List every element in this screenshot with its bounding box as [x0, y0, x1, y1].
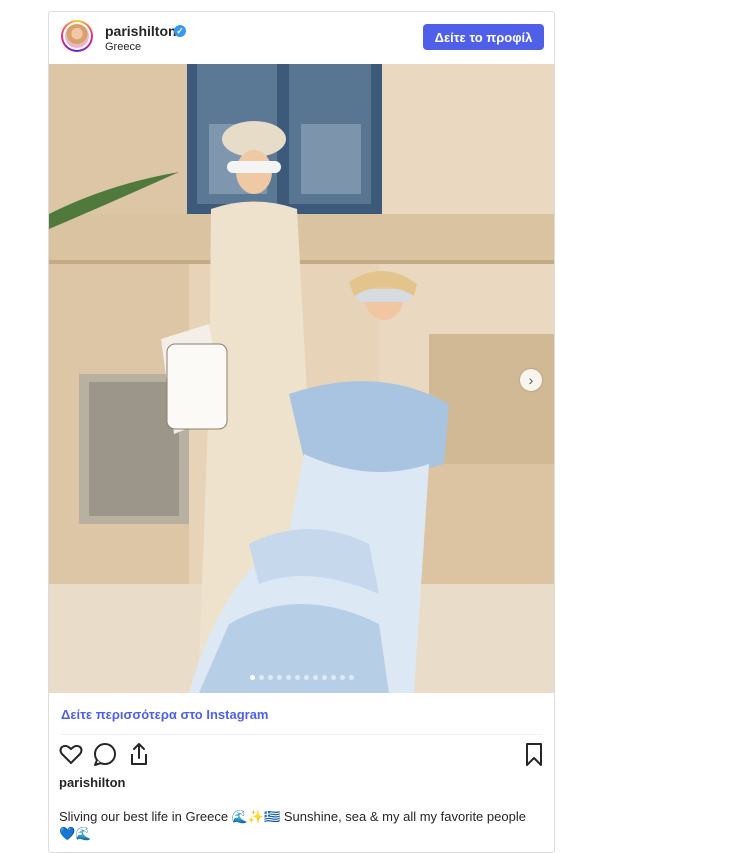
carousel-dot — [249, 675, 255, 680]
share-icon[interactable] — [125, 740, 153, 768]
post-header: parishilton ✓ Greece Δείτε το προφίλ — [49, 12, 554, 64]
carousel-dot — [303, 675, 309, 680]
carousel-indicator — [49, 675, 554, 683]
photo-illustration — [49, 64, 554, 693]
next-slide-chevron-right-icon[interactable]: › — [520, 369, 542, 391]
action-bar — [49, 740, 554, 774]
carousel-dot — [267, 675, 273, 680]
username-link[interactable]: parishilton — [105, 23, 177, 39]
comment-icon[interactable] — [91, 740, 119, 768]
verified-badge-icon: ✓ — [174, 25, 186, 37]
bookmark-icon[interactable] — [520, 740, 548, 768]
caption-username[interactable]: parishilton — [59, 775, 125, 790]
post-photo[interactable]: › — [49, 64, 554, 693]
carousel-dot — [312, 675, 318, 680]
location-link[interactable]: Greece — [105, 41, 141, 53]
caption-text: Sliving our best life in Greece 🌊✨🇬🇷 Sun… — [59, 809, 526, 841]
carousel-dot — [276, 675, 282, 680]
view-profile-button[interactable]: Δείτε το προφίλ — [423, 24, 544, 50]
divider — [61, 734, 542, 735]
carousel-dot — [339, 675, 345, 680]
carousel-dot — [285, 675, 291, 680]
heart-icon[interactable] — [57, 740, 85, 768]
see-more-on-instagram-link[interactable]: Δείτε περισσότερα στο Instagram — [61, 707, 269, 722]
carousel-dot — [258, 675, 264, 680]
carousel-dot — [294, 675, 300, 680]
carousel-dot — [321, 675, 327, 680]
carousel-dot — [330, 675, 336, 680]
avatar[interactable] — [61, 20, 93, 52]
carousel-dot — [348, 675, 354, 680]
instagram-embed-card: parishilton ✓ Greece Δείτε το προφίλ › Δ… — [48, 11, 555, 853]
